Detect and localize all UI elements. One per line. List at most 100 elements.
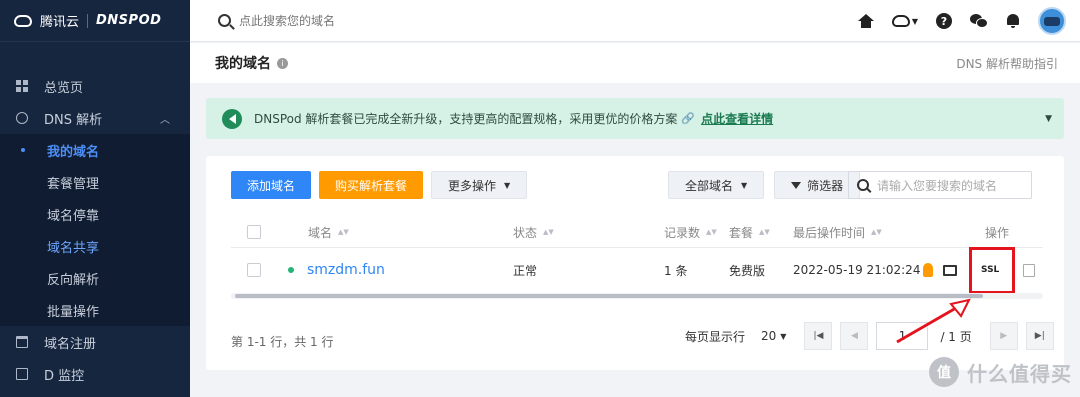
logo-bar[interactable]: 腾讯云 DNSPOD xyxy=(0,0,190,42)
sort-icon: ▲▼ xyxy=(706,228,717,236)
caret-down-icon: ▼ xyxy=(911,16,918,26)
calendar-icon xyxy=(16,336,28,348)
global-search-input[interactable] xyxy=(239,13,539,28)
column-records-label: 记录数 xyxy=(664,225,701,240)
screen-icon[interactable] xyxy=(943,264,957,276)
brand-cloud-name: 腾讯云 xyxy=(40,15,80,30)
pagination: 每页显示行 20 ▼ |◀ ◀ 1 / 1 页 ▶ ▶| xyxy=(685,322,1054,350)
page-size-value: 20 xyxy=(761,329,777,343)
sidebar-item-label: 总览页 xyxy=(44,80,84,96)
filter-label: 筛选器 xyxy=(807,178,844,193)
column-records[interactable]: 记录数 ▲▼ xyxy=(664,216,717,248)
column-status[interactable]: 状态 ▲▼ xyxy=(513,216,554,248)
last-page-button[interactable]: ▶| xyxy=(1025,322,1054,350)
sidebar-item-overview[interactable]: 总览页 xyxy=(0,70,190,102)
sidebar-item-d-monitor[interactable]: D 监控 xyxy=(0,358,190,390)
add-domain-button[interactable]: 添加域名 xyxy=(231,171,312,199)
notice-details-link[interactable]: 点此查看详情 xyxy=(701,110,773,127)
page-title: 我的域名 xyxy=(215,56,271,72)
domain-link[interactable]: smzdm.fun xyxy=(307,262,385,278)
domain-search-input[interactable]: 请输入您要搜索的域名 xyxy=(848,171,1032,199)
annotation-arrow-icon xyxy=(896,298,971,344)
column-actions: 操作 xyxy=(985,216,1009,248)
all-domains-dropdown[interactable]: 全部域名 ▼ xyxy=(668,171,765,199)
pagination-summary: 第 1-1 行，共 1 行 xyxy=(231,335,334,349)
chevron-down-icon[interactable]: ▼ xyxy=(1045,114,1052,124)
search-icon[interactable] xyxy=(218,14,231,27)
sidebar-item-domain-sharing[interactable]: 域名共享 xyxy=(0,230,190,262)
column-domain-label: 域名 xyxy=(308,225,333,240)
sidebar-item-label: DNS 解析 xyxy=(44,112,103,128)
sidebar-item-my-domains[interactable]: 我的域名 xyxy=(0,134,190,166)
page-size-label: 每页显示行 xyxy=(685,329,746,344)
caret-down-icon: ▼ xyxy=(741,180,748,190)
rocket-icon[interactable] xyxy=(923,263,933,277)
home-icon[interactable] xyxy=(857,14,874,28)
brand-product-name: DNSPOD xyxy=(96,13,162,28)
column-plan[interactable]: 套餐 ▲▼ xyxy=(729,216,770,248)
info-icon[interactable]: i xyxy=(277,57,288,69)
column-plan-label: 套餐 xyxy=(729,225,754,240)
toolbar-right: 全部域名 ▼ 筛选器 xyxy=(668,171,861,199)
domain-search-placeholder: 请输入您要搜索的域名 xyxy=(877,178,998,193)
table-row: smzdm.fun 正常 1 条 免费版 2022-05-19 21:02:24… xyxy=(231,248,1043,292)
sidebar-item-label: 域名注册 xyxy=(44,336,97,352)
row-select-cell xyxy=(247,248,261,292)
all-domains-label: 全部域名 xyxy=(685,178,734,193)
ssl-highlight-box xyxy=(969,247,1015,294)
select-all-cell xyxy=(247,216,261,248)
next-page-button[interactable]: ▶ xyxy=(989,322,1018,350)
page-size-select[interactable]: 20 ▼ xyxy=(761,329,786,343)
watermark: 值 什么值得买 xyxy=(929,357,1072,387)
chevron-up-icon: ︿ xyxy=(160,114,170,126)
more-ops-button[interactable]: 更多操作 ▼ xyxy=(431,171,528,199)
first-page-button[interactable]: |◀ xyxy=(804,322,833,350)
filter-icon xyxy=(791,181,802,189)
toolbar-left: 添加域名 购买解析套餐 更多操作 ▼ xyxy=(231,171,528,199)
sidebar-item-dns[interactable]: DNS 解析 ︿ xyxy=(0,102,190,134)
plan-cell: 免费版 xyxy=(729,263,766,278)
sidebar-item-label: D 监控 xyxy=(44,368,85,384)
column-last-op-label: 最后操作时间 xyxy=(793,225,866,240)
bell-icon[interactable] xyxy=(1006,14,1020,28)
notice-text: DNSPod 解析套餐已完成全新升级，支持更高的配置规格，采用更优的价格方案 xyxy=(254,112,678,126)
wechat-icon[interactable] xyxy=(970,14,988,28)
table-header: 域名 ▲▼ 状态 ▲▼ 记录数 ▲▼ 套餐 ▲▼ 最后操作时间 ▲▼ 操作 xyxy=(231,216,1043,248)
cloud-menu-dropdown[interactable]: ▼ xyxy=(891,15,918,27)
sidebar-item-domain-parking[interactable]: 域名停靠 xyxy=(0,198,190,230)
dns-submenu: 我的域名 套餐管理 域名停靠 域名共享 反向解析 批量操作 xyxy=(0,134,190,326)
sidebar-item-batch-ops[interactable]: 批量操作 xyxy=(0,294,190,326)
topbar: ▼ ? xyxy=(190,0,1080,42)
caret-down-icon: ▼ xyxy=(780,331,787,341)
sidebar-item-reverse-dns[interactable]: 反向解析 xyxy=(0,262,190,294)
speaker-icon xyxy=(222,108,242,129)
file-icon[interactable] xyxy=(1023,263,1036,277)
domain-cell: smzdm.fun xyxy=(288,248,385,292)
buy-plan-button[interactable]: 购买解析套餐 xyxy=(319,171,424,199)
avatar[interactable] xyxy=(1038,7,1066,35)
sort-icon: ▲▼ xyxy=(543,228,554,236)
page-header: 我的域名 i DNS 解析帮助指引 xyxy=(190,43,1080,83)
sort-icon: ▲▼ xyxy=(871,228,882,236)
sort-icon: ▲▼ xyxy=(338,228,349,236)
dns-help-link[interactable]: DNS 解析帮助指引 xyxy=(956,55,1058,72)
status-dot-icon xyxy=(288,267,294,273)
search-icon xyxy=(857,179,869,191)
sort-icon: ▲▼ xyxy=(759,228,770,236)
records-cell: 1 条 xyxy=(664,263,688,278)
more-ops-label: 更多操作 xyxy=(448,178,497,193)
row-checkbox[interactable] xyxy=(247,263,261,277)
scrollbar-thumb[interactable] xyxy=(235,294,983,298)
watermark-logo-icon: 值 xyxy=(929,357,959,387)
monitor-icon xyxy=(16,368,28,380)
column-status-label: 状态 xyxy=(513,225,538,240)
column-domain[interactable]: 域名 ▲▼ xyxy=(308,216,349,248)
column-last-op[interactable]: 最后操作时间 ▲▼ xyxy=(793,216,882,248)
sidebar-item-domain-registration[interactable]: 域名注册 xyxy=(0,326,190,358)
select-all-checkbox[interactable] xyxy=(247,225,261,239)
cloud-icon xyxy=(891,15,910,27)
help-icon[interactable]: ? xyxy=(936,13,952,29)
sidebar-item-plan-management[interactable]: 套餐管理 xyxy=(0,166,190,198)
status-cell: 正常 xyxy=(513,263,538,278)
prev-page-button[interactable]: ◀ xyxy=(840,322,869,350)
